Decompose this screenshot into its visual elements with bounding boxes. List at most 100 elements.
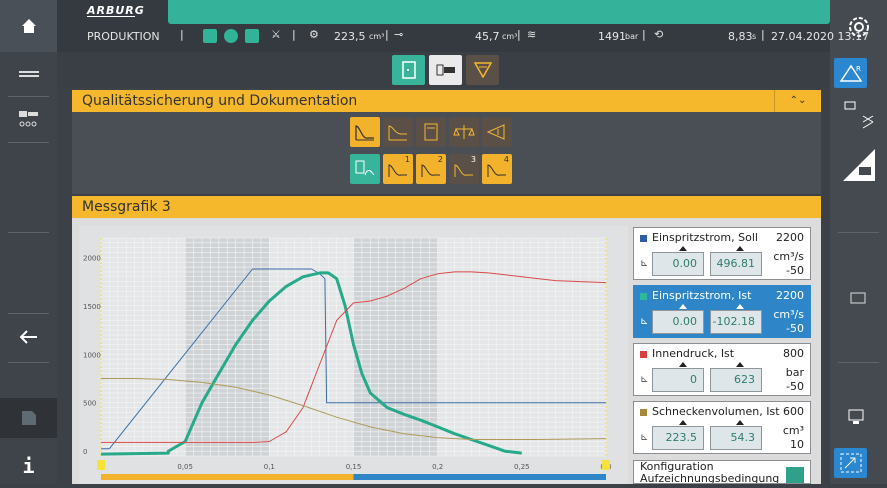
horn-icon bbox=[486, 124, 505, 140]
cursor2-marker-icon bbox=[736, 246, 744, 251]
legend-card[interactable]: Schneckenvolumen, Ist 600 ⊾ 223.5 54.3 cm³ 10 bbox=[633, 401, 811, 454]
sheet-icon bbox=[424, 123, 438, 141]
y-tick-label: 0 bbox=[83, 448, 87, 456]
screenshot-button[interactable] bbox=[834, 448, 867, 478]
pressure-icon: ≋ bbox=[527, 28, 537, 41]
legend-card[interactable]: Innendruck, Ist 800 ⊾ 0 623 bar -50 bbox=[633, 343, 811, 396]
legend-min: -50 bbox=[786, 322, 804, 335]
injection-icon: ⊸ bbox=[394, 28, 404, 41]
legend-card[interactable]: Einspritzstrom, Ist 2200 ⊾ 0.00 -102.18 cm³/s… bbox=[633, 285, 811, 338]
cursor1-marker-icon bbox=[679, 304, 687, 309]
config-button[interactable]: Konfiguration Aufzeichnungsbedingung bbox=[633, 460, 811, 484]
cursor-1-marker bbox=[97, 460, 105, 470]
mode-quality-button[interactable] bbox=[466, 55, 499, 85]
envelope-curve-icon bbox=[388, 125, 407, 141]
cursor-icon: ⊾ bbox=[640, 374, 649, 385]
info-button[interactable]: i bbox=[0, 448, 57, 484]
y-tick-label: 2000 bbox=[83, 254, 101, 262]
graph-tab-1[interactable]: 1 bbox=[383, 154, 413, 184]
x-tick-label: 0,1 bbox=[264, 463, 275, 471]
mode-machine-button[interactable] bbox=[429, 55, 462, 85]
graph-tab-3[interactable]: 3 bbox=[449, 154, 479, 184]
cursor1-marker-icon bbox=[679, 246, 687, 251]
top-status-bar: ARBURG PRODUKTION | ⚔ | ⚙ 223,5 cm³ | ⊸ … bbox=[57, 0, 869, 52]
cursor2-marker-icon bbox=[736, 362, 744, 367]
tool-curve-button[interactable] bbox=[350, 117, 380, 147]
metric-dose-value: 223,5 bbox=[334, 30, 366, 43]
graph-tab-overview[interactable] bbox=[350, 154, 380, 184]
unit-icon bbox=[842, 149, 875, 181]
machine-button[interactable] bbox=[0, 104, 57, 134]
metric-dose-unit: cm³ bbox=[369, 32, 385, 41]
screw-icon: ⚙ bbox=[309, 28, 319, 41]
collapse-chevron-icon[interactable]: ⌃⌄ bbox=[774, 90, 821, 112]
cursor1-value: 223.5 bbox=[652, 426, 704, 450]
config-sub: Aufzeichnungsbedingung bbox=[640, 472, 780, 484]
status-row: PRODUKTION | ⚔ | ⚙ 223,5 cm³ | ⊸ 45,7 cm… bbox=[72, 28, 869, 46]
cavity-button[interactable] bbox=[830, 286, 887, 310]
legend-min: 10 bbox=[790, 438, 804, 451]
legend-unit: cm³ bbox=[782, 424, 804, 437]
cycle-time-icon: ⟲ bbox=[654, 28, 664, 41]
sprue-picker-button[interactable] bbox=[830, 96, 887, 136]
export-button[interactable] bbox=[830, 404, 887, 430]
tool-envelope-button[interactable] bbox=[383, 117, 413, 147]
legend-min: -50 bbox=[786, 264, 804, 277]
menu-lines-icon bbox=[18, 71, 39, 77]
legend-max: 800 bbox=[783, 347, 804, 360]
cursor2-value: 623 bbox=[710, 368, 762, 392]
tool-balance-button[interactable] bbox=[449, 117, 479, 147]
graph-tab-4[interactable]: 4 bbox=[482, 154, 512, 184]
cursor-icon: ⊾ bbox=[640, 432, 649, 443]
back-button[interactable] bbox=[0, 322, 57, 352]
info-icon: i bbox=[22, 454, 35, 478]
panel-quality-header[interactable]: Qualitätssicherung und Dokumentation ⌃⌄ bbox=[72, 90, 821, 112]
print-button[interactable] bbox=[0, 398, 57, 438]
svg-text:R: R bbox=[856, 65, 861, 73]
measurement-chart[interactable]: 050010001500200000,050,10,150,20,250,3 bbox=[79, 226, 628, 484]
legend-title: Schneckenvolumen, Ist bbox=[652, 405, 780, 418]
left-rail: i bbox=[0, 0, 57, 484]
legend-unit: bar bbox=[785, 366, 804, 379]
datetime: 27.04.2020 13:17 bbox=[771, 30, 870, 43]
series-swatch bbox=[640, 409, 647, 416]
mode-bar bbox=[57, 52, 830, 88]
mode-door-button[interactable] bbox=[392, 55, 425, 85]
series-swatch bbox=[640, 293, 647, 300]
menu-button[interactable] bbox=[0, 62, 57, 86]
graph-tab-2[interactable]: 2 bbox=[416, 154, 446, 184]
tool-sheet-button[interactable] bbox=[416, 117, 446, 147]
cursor2-value: -102.18 bbox=[710, 310, 762, 334]
divider: | bbox=[180, 28, 184, 41]
balance-icon bbox=[453, 125, 475, 139]
home-icon bbox=[21, 19, 36, 33]
unit-button[interactable] bbox=[830, 140, 887, 186]
clamp-icon bbox=[436, 64, 455, 76]
scroll-bar-left bbox=[101, 474, 354, 480]
y-tick-label: 1500 bbox=[83, 303, 101, 311]
metric-cushion-unit: cm³ bbox=[502, 32, 518, 41]
config-arrow-icon bbox=[786, 467, 804, 483]
graph-tab-1-label: 1 bbox=[404, 155, 410, 164]
graph-tab-3-label: 3 bbox=[470, 155, 476, 164]
metric-cushion-value: 45,7 bbox=[475, 30, 500, 43]
legend-min: -50 bbox=[786, 380, 804, 393]
triangle-r-icon: R bbox=[839, 64, 862, 82]
metric-cycle-unit: s bbox=[752, 32, 757, 41]
status-strip bbox=[168, 0, 830, 24]
series-swatch bbox=[640, 235, 647, 242]
arrow-left-icon bbox=[19, 330, 37, 344]
robot-mode-button[interactable]: R bbox=[834, 58, 867, 88]
door-icon bbox=[401, 61, 416, 79]
panel-quality-title: Qualitätssicherung und Dokumentation bbox=[82, 93, 358, 109]
mold-icon bbox=[245, 29, 259, 43]
graph-tab-4-label: 4 bbox=[503, 155, 509, 164]
legend-max: 600 bbox=[783, 405, 804, 418]
cursor-icon: ⊾ bbox=[640, 316, 649, 327]
panel-graph-title: Messgrafik 3 bbox=[82, 199, 171, 215]
home-button[interactable] bbox=[0, 0, 57, 52]
legend-card[interactable]: Einspritzstrom, Soll 2200 ⊾ 0.00 496.81 cm³/s… bbox=[633, 227, 811, 280]
tool-speaker-button[interactable] bbox=[482, 117, 512, 147]
divider: | bbox=[517, 28, 521, 41]
production-icon bbox=[203, 29, 217, 43]
